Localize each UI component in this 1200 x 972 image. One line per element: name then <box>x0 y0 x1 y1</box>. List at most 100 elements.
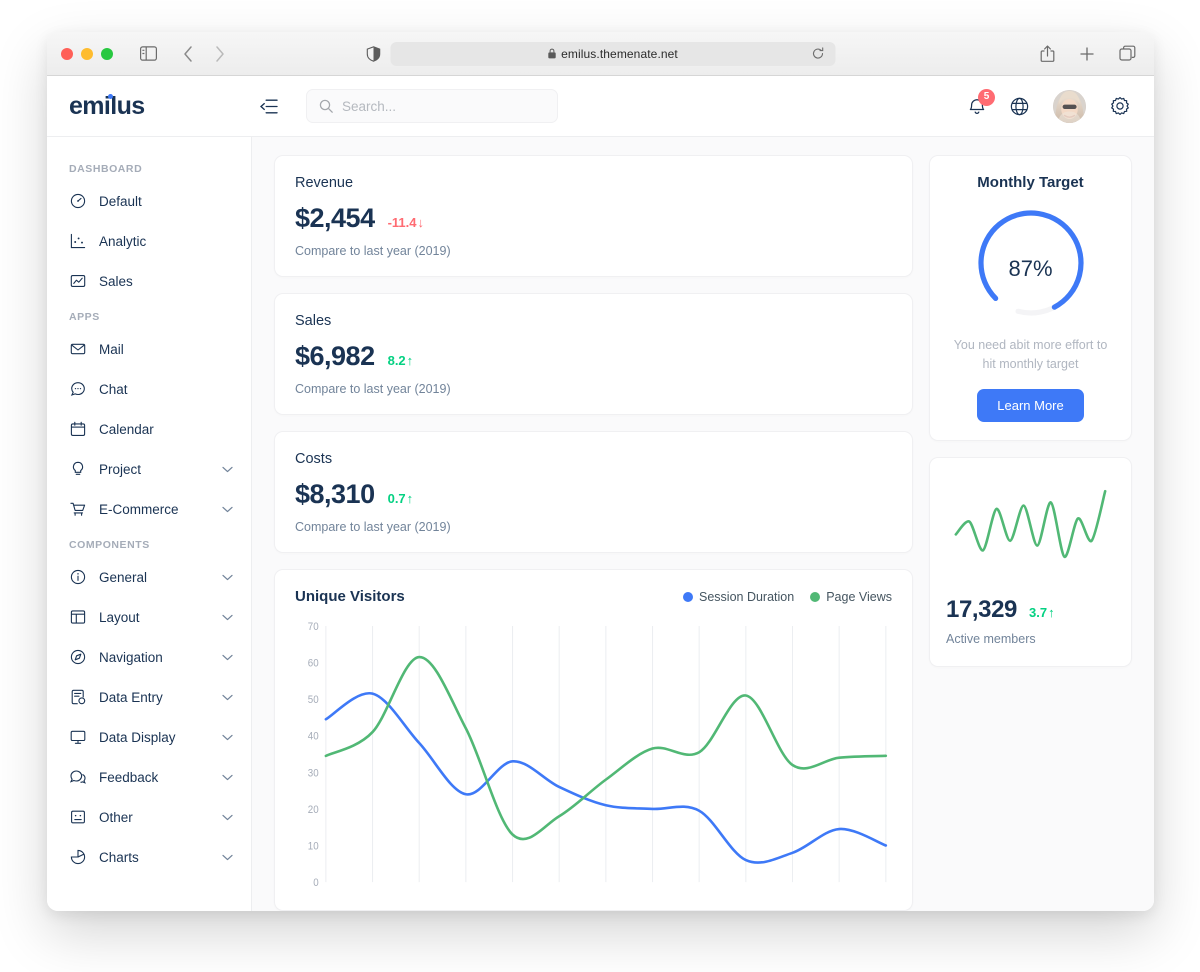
gauge-percent-label: 87% <box>1008 255 1053 281</box>
unique-visitors-card: Unique Visitors Session Duration Page Vi… <box>274 569 913 911</box>
members-label: Active members <box>946 631 1036 646</box>
form-icon <box>69 689 86 706</box>
y-axis-tick: 70 <box>308 621 319 633</box>
info-circle-icon <box>69 569 86 586</box>
sidebar-item-charts[interactable]: Charts <box>47 837 251 877</box>
search-box[interactable] <box>306 89 558 123</box>
sidebar-item-default[interactable]: Default <box>47 181 251 221</box>
chevron-right-icon[interactable] <box>207 41 233 67</box>
app-logo-text: emilus <box>69 91 145 120</box>
window-traffic-lights <box>61 47 113 60</box>
y-axis-tick: 30 <box>308 768 319 780</box>
sidebar-item-analytic[interactable]: Analytic <box>47 221 251 261</box>
sidebar-item-data-entry[interactable]: Data Entry <box>47 677 251 717</box>
sidebar-item-navigation[interactable]: Navigation <box>47 637 251 677</box>
app-body: DASHBOARD Default Analytic Sales APPS Ma… <box>47 137 1154 911</box>
pie-chart-icon <box>69 849 86 866</box>
sidebar-toggle-icon[interactable] <box>135 41 161 67</box>
legend-item-page-views[interactable]: Page Views <box>810 590 892 604</box>
legend-item-session-duration[interactable]: Session Duration <box>683 590 794 604</box>
arrow-up-icon: ↑ <box>406 491 414 506</box>
chevron-down-icon[interactable] <box>222 654 233 661</box>
sidebar-item-label: Default <box>99 193 142 209</box>
chevron-left-icon[interactable] <box>175 41 201 67</box>
tab-overview-icon[interactable] <box>1114 41 1140 67</box>
stat-subtitle: Compare to last year (2019) <box>295 382 451 396</box>
nav-section-title-dashboard: DASHBOARD <box>69 163 143 175</box>
share-icon[interactable] <box>1034 41 1060 67</box>
close-window-button[interactable] <box>61 47 73 60</box>
sidebar-item-label: Project <box>99 461 142 477</box>
y-axis-tick: 10 <box>308 841 319 853</box>
notification-badge: 5 <box>978 88 995 106</box>
sidebar-item-label: Calendar <box>99 421 154 437</box>
chevron-down-icon[interactable] <box>222 694 233 701</box>
chevron-down-icon[interactable] <box>222 506 233 513</box>
gear-icon[interactable] <box>1110 96 1130 116</box>
sidebar-item-layout[interactable]: Layout <box>47 597 251 637</box>
maximize-window-button[interactable] <box>101 47 113 60</box>
sidebar-item-label: Chat <box>99 381 128 397</box>
sidebar-item-label: Analytic <box>99 233 147 249</box>
stat-delta: 0.7 ↑ <box>388 491 414 506</box>
sidebar-item-other[interactable]: Other <box>47 797 251 837</box>
sidebar-item-feedback[interactable]: Feedback <box>47 757 251 797</box>
sidebar-item-label: Data Display <box>99 729 176 745</box>
layout-icon <box>69 609 86 626</box>
target-description: You need abit more effort to hit monthly… <box>953 338 1108 372</box>
sidebar-item-project[interactable]: Project <box>47 449 251 489</box>
avatar[interactable] <box>1053 89 1086 123</box>
globe-icon[interactable] <box>1010 97 1029 116</box>
sidebar-item-label: E-Commerce <box>99 501 179 517</box>
chevron-down-icon[interactable] <box>222 774 233 781</box>
desktop-icon <box>69 729 86 746</box>
arrow-up-icon: ↑ <box>1048 604 1055 620</box>
stat-value: $2,454 <box>295 203 375 233</box>
app-logo[interactable]: emilus <box>69 91 145 120</box>
stat-row: $6,982 8.2 ↑ <box>295 341 892 372</box>
dashboard-content: Revenue $2,454 -11.4 ↓ Compare to last ye… <box>252 137 1154 911</box>
search-input[interactable] <box>342 98 545 114</box>
chevron-down-icon[interactable] <box>222 814 233 821</box>
chevron-down-icon[interactable] <box>222 734 233 741</box>
browser-toolbar-actions <box>1034 41 1140 67</box>
stat-delta-value: -11.4 <box>387 215 417 230</box>
sidebar-item-mail[interactable]: Mail <box>47 329 251 369</box>
learn-more-button[interactable]: Learn More <box>977 388 1084 422</box>
face-icon <box>69 809 86 826</box>
stat-delta: -11.4 ↓ <box>388 215 424 230</box>
sidebar-item-e-commerce[interactable]: E-Commerce <box>47 489 251 529</box>
monthly-target-card: Monthly Target 87% You need abit more ef… <box>929 155 1132 441</box>
arrow-up-icon: ↑ <box>406 353 414 368</box>
bell-icon[interactable]: 5 <box>968 88 995 116</box>
plus-icon[interactable] <box>1074 41 1100 67</box>
minimize-window-button[interactable] <box>81 47 93 60</box>
menu-fold-icon[interactable] <box>256 93 282 119</box>
browser-navigation <box>175 41 233 67</box>
arrow-down-icon: ↓ <box>417 215 425 230</box>
shield-icon[interactable] <box>366 45 380 62</box>
chevron-down-icon[interactable] <box>222 854 233 861</box>
active-members-card: 17,329 3.7 ↑ Active members <box>929 456 1132 667</box>
sidebar-item-label: Layout <box>99 609 140 625</box>
sales-trend-icon <box>69 273 86 290</box>
stat-value: $8,310 <box>295 479 375 509</box>
sidebar-item-data-display[interactable]: Data Display <box>47 717 251 757</box>
chevron-down-icon[interactable] <box>222 614 233 621</box>
reload-icon[interactable] <box>811 47 824 60</box>
chevron-down-icon[interactable] <box>222 574 233 581</box>
chart-header: Unique Visitors Session Duration Page Vi… <box>295 588 892 605</box>
sidebar-item-calendar[interactable]: Calendar <box>47 409 251 449</box>
sidebar-item-sales[interactable]: Sales <box>47 261 251 301</box>
sidebar-item-chat[interactable]: Chat <box>47 369 251 409</box>
sidebar-item-label: General <box>99 569 148 585</box>
stat-delta: 8.2 ↑ <box>388 353 414 368</box>
stat-title: Revenue <box>295 175 354 191</box>
sidebar-nav[interactable]: DASHBOARD Default Analytic Sales APPS Ma… <box>47 137 252 911</box>
sidebar-item-general[interactable]: General <box>47 557 251 597</box>
chevron-down-icon[interactable] <box>222 466 233 473</box>
calendar-icon <box>69 421 86 438</box>
members-delta: 3.7 ↑ <box>1029 605 1055 620</box>
url-bar[interactable]: emilus.themenate.net <box>390 41 835 66</box>
browser-window: emilus.themenate.net emilus Search... 5 … <box>47 32 1154 911</box>
